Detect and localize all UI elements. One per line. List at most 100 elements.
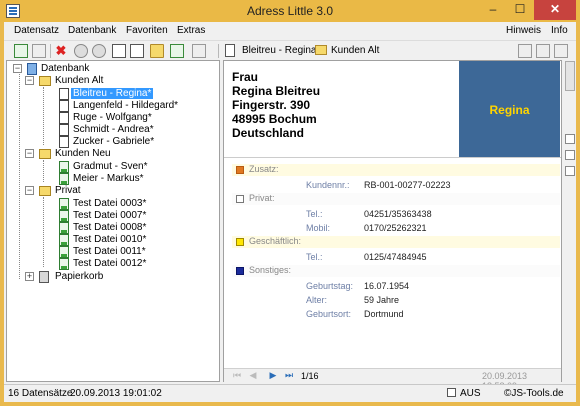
prev-record-icon[interactable]: ◀ xyxy=(248,371,258,380)
last-record-icon[interactable]: ⏭ xyxy=(284,371,294,380)
new-record-icon[interactable] xyxy=(14,44,28,58)
maximize-button[interactable]: ☐ xyxy=(507,0,533,20)
group-label: Privat: xyxy=(249,193,275,203)
tree-panel[interactable]: − Datenbank − Kunden Alt Bleitreu - Regi… xyxy=(6,60,220,382)
group-sonstiges: Sonstiges: xyxy=(232,265,560,277)
tree-folder-kunden-alt[interactable]: Kunden Alt xyxy=(55,75,103,86)
field-label: Mobil: xyxy=(306,223,331,233)
address-name: Regina Bleitreu xyxy=(232,84,321,98)
menu-datensatz[interactable]: Datensatz xyxy=(14,25,59,36)
menu-bar: Datensatz Datenbank Favoriten Extras Hin… xyxy=(4,22,576,40)
collapse-icon[interactable]: − xyxy=(25,149,34,158)
geschaeftlich-color-box xyxy=(236,238,244,246)
sonstiges-color-box xyxy=(236,267,244,275)
tree-item-ruge[interactable]: Ruge - Wolfgang* xyxy=(73,112,152,123)
tree-line xyxy=(43,160,44,182)
next-record-icon[interactable]: ▶ xyxy=(268,371,278,380)
tree-trash-label[interactable]: Papierkorb xyxy=(55,271,103,282)
collapse-icon[interactable]: − xyxy=(25,76,34,85)
new-folder-icon[interactable] xyxy=(150,44,164,58)
record-icon xyxy=(59,136,69,148)
tree-item-langenfeld[interactable]: Langenfeld - Hildegard* xyxy=(73,100,178,111)
first-record-icon[interactable]: ⏮ xyxy=(232,371,242,380)
menu-favoriten[interactable]: Favoriten xyxy=(126,25,168,36)
menu-hinweis[interactable]: Hinweis xyxy=(506,25,541,36)
app-window: Adress Little 3.0 – ☐ ✕ Datensatz Datenb… xyxy=(0,0,580,406)
search-icon[interactable] xyxy=(74,44,88,58)
search-next-icon[interactable] xyxy=(92,44,106,58)
breadcrumb-folder: Kunden Alt xyxy=(331,45,380,56)
close-button[interactable]: ✕ xyxy=(534,0,576,20)
record-green-icon xyxy=(59,234,69,246)
record-icon xyxy=(225,44,235,57)
collapse-icon[interactable]: − xyxy=(13,64,22,73)
record-green-icon xyxy=(59,258,69,270)
aus-checkbox[interactable] xyxy=(447,388,456,397)
mail-icon[interactable] xyxy=(112,44,126,58)
delete-icon[interactable]: ✖ xyxy=(54,44,68,58)
menu-extras[interactable]: Extras xyxy=(177,25,205,36)
edit-record-icon[interactable] xyxy=(32,44,46,58)
collapse-icon[interactable]: − xyxy=(25,186,34,195)
menu-info[interactable]: Info xyxy=(551,25,568,36)
tree-item-test-0003[interactable]: Test Datei 0003* xyxy=(73,198,146,209)
tree-item-schmidt[interactable]: Schmidt - Andrea* xyxy=(73,124,154,135)
folder-icon xyxy=(315,45,327,55)
font-icon[interactable] xyxy=(536,44,550,58)
address-block: Frau Regina Bleitreu Fingerstr. 390 4899… xyxy=(232,70,320,140)
toolbar-separator xyxy=(50,44,51,58)
folder-icon xyxy=(39,186,51,196)
record-count: 16 Datensätze xyxy=(8,388,73,399)
minimize-button[interactable]: – xyxy=(480,0,506,20)
settings-icon[interactable] xyxy=(192,44,206,58)
photo-caption: Regina xyxy=(489,103,530,117)
tree-item-test-0007[interactable]: Test Datei 0007* xyxy=(73,210,146,221)
privat-color-box xyxy=(236,195,244,203)
tree-item-test-0008[interactable]: Test Datei 0008* xyxy=(73,222,146,233)
group-geschaeftlich: Geschäftlich: xyxy=(232,236,560,248)
divider xyxy=(224,157,561,158)
menu-datenbank[interactable]: Datenbank xyxy=(68,25,116,36)
side-action-icon[interactable] xyxy=(565,166,575,176)
aus-label: AUS xyxy=(460,388,481,399)
filter-icon[interactable] xyxy=(554,44,568,58)
detail-panel: Frau Regina Bleitreu Fingerstr. 390 4899… xyxy=(223,60,562,391)
print-icon[interactable] xyxy=(130,44,144,58)
tree-line xyxy=(43,197,44,267)
tree-item-test-0010[interactable]: Test Datei 0010* xyxy=(73,234,146,245)
vertical-scrollbar[interactable] xyxy=(564,60,576,382)
breadcrumb-record: Bleitreu - Regina xyxy=(242,45,317,56)
tree-item-gradmut[interactable]: Gradmut - Sven* xyxy=(73,161,147,172)
group-privat: Privat: xyxy=(232,193,560,205)
tree-item-test-0011[interactable]: Test Datei 0011* xyxy=(73,246,146,257)
side-action-icon[interactable] xyxy=(565,150,575,160)
group-label: Geschäftlich: xyxy=(249,236,302,246)
field-value-geburtstag: 16.07.1954 xyxy=(364,281,410,291)
tree-item-zucker[interactable]: Zucker - Gabriele* xyxy=(73,136,154,147)
record-counter: 1/16 xyxy=(301,371,319,381)
tree-item-bleitreu[interactable]: Bleitreu - Regina* xyxy=(71,88,154,99)
record-navigation: ⏮ ◀ ▶ ⏭ 1/16 20.09.2013 18:58:09 xyxy=(224,368,561,391)
tree-line xyxy=(19,71,20,279)
record-icon xyxy=(59,124,69,136)
field-label: Alter: xyxy=(306,295,328,305)
field-value-kundennr: RB-001-00277-02223 xyxy=(364,180,451,190)
move-record-icon[interactable] xyxy=(170,44,184,58)
record-green-icon xyxy=(59,198,69,210)
status-datetime: 20.09.2013 19:01:02 xyxy=(70,388,162,399)
tree-item-test-0012[interactable]: Test Datei 0012* xyxy=(73,258,146,269)
tree-folder-kunden-neu[interactable]: Kunden Neu xyxy=(55,148,111,159)
tree-folder-privat[interactable]: Privat xyxy=(55,185,81,196)
scrollbar-thumb[interactable] xyxy=(565,61,575,91)
expand-icon[interactable]: + xyxy=(25,272,34,281)
tree-item-meier[interactable]: Meier - Markus* xyxy=(73,173,144,184)
tree-root-label[interactable]: Datenbank xyxy=(41,63,89,74)
window-icon[interactable] xyxy=(518,44,532,58)
title-bar: Adress Little 3.0 – ☐ ✕ xyxy=(0,0,580,22)
field-value-alter: 59 Jahre xyxy=(364,295,400,305)
field-label: Geburtsort: xyxy=(306,309,352,319)
field-label: Tel.: xyxy=(306,252,323,262)
side-action-icon[interactable] xyxy=(565,134,575,144)
field-label: Kundennr.: xyxy=(306,180,350,190)
brand-label: ©JS-Tools.de xyxy=(504,388,564,399)
